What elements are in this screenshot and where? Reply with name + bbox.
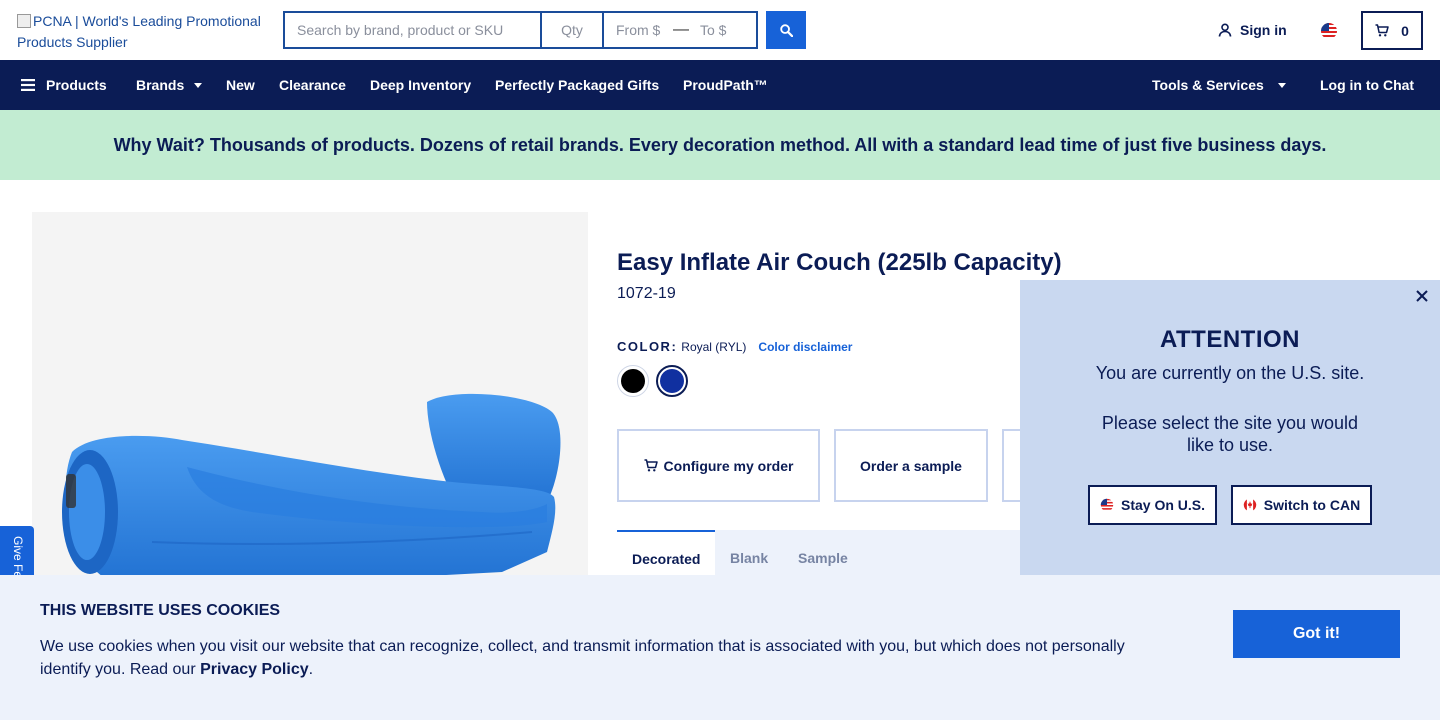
canada-flag-icon (1243, 498, 1256, 512)
privacy-policy-link[interactable]: Privacy Policy (200, 661, 309, 678)
color-label: COLOR: (617, 339, 678, 354)
product-sku: 1072-19 (617, 285, 676, 302)
cart-icon (1375, 24, 1389, 37)
stay-us-label: Stay On U.S. (1120, 497, 1206, 513)
configure-order-button[interactable]: Configure my order (617, 429, 820, 502)
nav-products[interactable]: Products (21, 60, 107, 110)
color-swatch-black[interactable] (617, 365, 649, 397)
cookie-text: We use cookies when you visit our websit… (40, 635, 1150, 681)
color-swatch-royal[interactable] (656, 365, 688, 397)
top-header: PCNA | World's Leading Promotional Produ… (0, 0, 1440, 60)
broken-image-icon (17, 14, 31, 28)
cart-button[interactable]: 0 (1361, 11, 1423, 50)
nav-brands-label: Brands (136, 77, 185, 93)
nav-chat-login[interactable]: Log in to Chat (1320, 60, 1414, 110)
cart-icon (644, 459, 658, 472)
close-popup-button[interactable] (1414, 288, 1430, 304)
switch-canada-button[interactable]: Switch to CAN (1231, 485, 1372, 525)
nav-products-label: Products (46, 77, 107, 93)
user-icon (1218, 23, 1232, 37)
popup-title: ATTENTION (1159, 326, 1301, 353)
nav-clearance[interactable]: Clearance (279, 60, 346, 110)
cookie-title: THIS WEBSITE USES COOKIES (40, 602, 281, 619)
price-to-input[interactable] (688, 13, 756, 47)
cookie-banner: THIS WEBSITE USES COOKIES We use cookies… (0, 575, 1440, 720)
price-from-input[interactable] (604, 13, 674, 47)
popup-message: You are currently on the U.S. site. (1095, 363, 1365, 383)
chevron-down-icon (194, 82, 203, 88)
logo-alt-text: PCNA | World's Leading Promotional Produ… (17, 13, 261, 50)
nav-new[interactable]: New (226, 60, 255, 110)
order-sample-button[interactable]: Order a sample (834, 429, 988, 502)
main-nav: Products Brands New Clearance Deep Inven… (0, 60, 1440, 110)
cart-count: 0 (1401, 22, 1409, 39)
accept-cookies-button[interactable]: Got it! (1233, 610, 1400, 658)
cookie-text-end: . (308, 661, 314, 678)
country-selector[interactable] (1320, 22, 1338, 40)
hamburger-menu-icon (21, 79, 35, 91)
switch-canada-label: Switch to CAN (1263, 497, 1361, 513)
quantity-input[interactable] (542, 13, 604, 47)
sign-in-label: Sign in (1240, 22, 1287, 38)
swatch-dot (621, 369, 645, 393)
search-icon (779, 23, 793, 37)
selected-color: Royal (RYL) (681, 340, 747, 354)
product-title: Easy Inflate Air Couch (225lb Capacity) (617, 249, 1062, 276)
search-form: — (283, 11, 758, 49)
nav-proudpath[interactable]: ProudPath™ (683, 60, 768, 110)
chevron-down-icon (1277, 82, 1286, 88)
swatch-dot (660, 369, 684, 393)
us-flag-icon (1321, 23, 1337, 39)
nav-tools-label: Tools & Services (1152, 77, 1264, 93)
nav-brands[interactable]: Brands (136, 60, 203, 110)
search-input[interactable] (285, 13, 542, 47)
us-flag-icon (1100, 498, 1114, 512)
sign-in-link[interactable]: Sign in (1218, 22, 1287, 38)
nav-packaged-gifts[interactable]: Perfectly Packaged Gifts (495, 60, 659, 110)
promo-banner: Why Wait? Thousands of products. Dozens … (0, 110, 1440, 180)
color-selector-label: COLOR: Royal (RYL) Color disclaimer (617, 339, 852, 354)
search-button[interactable] (766, 11, 806, 49)
site-selection-popup: ATTENTION You are currently on the U.S. … (1020, 280, 1440, 580)
stay-us-button[interactable]: Stay On U.S. (1088, 485, 1217, 525)
close-icon (1416, 290, 1428, 302)
configure-order-label: Configure my order (663, 457, 794, 474)
popup-instruction: Please select the site you would like to… (1101, 413, 1359, 455)
price-range-separator: — (673, 21, 689, 38)
nav-tools-services[interactable]: Tools & Services (1152, 60, 1286, 110)
site-logo[interactable]: PCNA | World's Leading Promotional Produ… (17, 11, 277, 53)
color-disclaimer-link[interactable]: Color disclaimer (758, 340, 852, 354)
nav-deep-inventory[interactable]: Deep Inventory (370, 60, 471, 110)
